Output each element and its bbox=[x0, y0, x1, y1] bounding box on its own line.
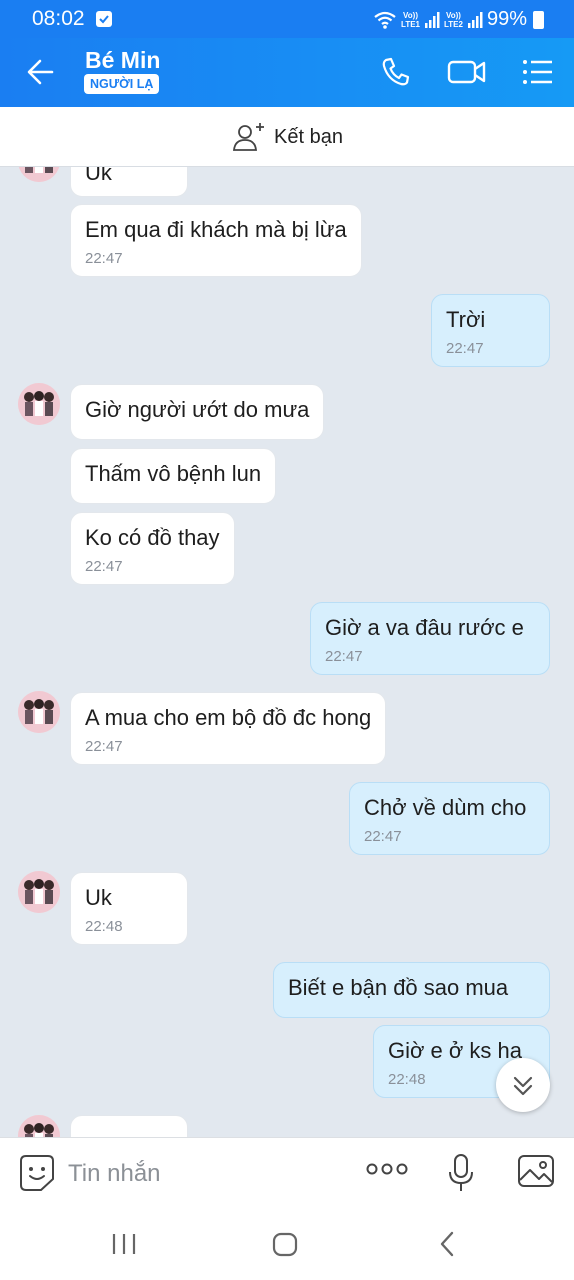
system-nav-bar bbox=[0, 1209, 574, 1280]
signal-icon bbox=[467, 11, 483, 28]
message-time: 22:48 bbox=[85, 918, 123, 935]
message-time: 22:47 bbox=[325, 648, 363, 665]
video-camera-icon bbox=[447, 60, 486, 84]
message-bubble[interactable]: Giờ người ướt do mưa bbox=[70, 384, 325, 440]
message-text: Biết e bận đồ sao mua bbox=[288, 975, 509, 1000]
check-notification-icon bbox=[96, 11, 112, 27]
message-bubble[interactable]: Uk bbox=[70, 167, 188, 197]
chevron-left-icon bbox=[440, 1231, 454, 1257]
message-text: Trời bbox=[446, 307, 486, 332]
list-menu-icon bbox=[523, 60, 552, 84]
message-text: Em qua đi khách mà bị lừa bbox=[85, 217, 347, 242]
message-text: Giờ người ướt do mưa bbox=[85, 397, 310, 422]
message-text: Ko có đồ thay bbox=[85, 525, 220, 550]
add-user-icon bbox=[233, 123, 264, 151]
message-time: 22:47 bbox=[446, 340, 484, 357]
home-icon bbox=[272, 1232, 298, 1257]
message-bubble[interactable]: Thấm vô bệnh lun bbox=[70, 448, 277, 504]
message-bubble[interactable] bbox=[70, 1115, 188, 1137]
avatar[interactable] bbox=[18, 871, 60, 913]
lte2-label: Vo)) LTE2 bbox=[444, 10, 463, 29]
contact-name[interactable]: Bé Min bbox=[85, 47, 160, 74]
more-options-button[interactable] bbox=[366, 1162, 408, 1181]
message-bubble[interactable]: Biết e bận đồ sao mua bbox=[273, 962, 550, 1018]
avatar-image bbox=[18, 871, 60, 913]
scroll-to-bottom-button[interactable] bbox=[496, 1058, 550, 1112]
menu-button[interactable] bbox=[518, 54, 558, 90]
message-bubble[interactable]: Uk 22:48 bbox=[70, 872, 188, 945]
back-nav-button[interactable] bbox=[434, 1229, 460, 1264]
image-icon bbox=[518, 1155, 554, 1187]
message-bubble[interactable]: Ko có đồ thay 22:47 bbox=[70, 512, 235, 585]
message-text: Uk bbox=[85, 885, 112, 910]
avatar-image bbox=[18, 167, 60, 182]
microphone-icon bbox=[449, 1154, 473, 1191]
message-time: 22:47 bbox=[85, 250, 123, 267]
message-text: Thấm vô bệnh lun bbox=[85, 461, 262, 486]
voice-record-button[interactable] bbox=[446, 1152, 476, 1199]
message-text: Giờ a va đâu rước e bbox=[325, 615, 524, 640]
phone-icon bbox=[382, 57, 410, 86]
message-time: 22:47 bbox=[85, 558, 123, 575]
composer-bar bbox=[0, 1137, 574, 1209]
status-time: 08:02 bbox=[32, 7, 85, 30]
message-bubble[interactable]: Em qua đi khách mà bị lừa 22:47 bbox=[70, 204, 362, 277]
double-chevron-down-icon bbox=[513, 1076, 533, 1096]
message-time: 22:47 bbox=[364, 828, 402, 845]
back-button[interactable] bbox=[22, 54, 62, 90]
message-bubble[interactable]: Giờ a va đâu rước e 22:47 bbox=[310, 602, 550, 675]
avatar-image bbox=[18, 383, 60, 425]
message-bubble[interactable]: A mua cho em bộ đồ đc hong 22:47 bbox=[70, 692, 387, 765]
avatar-image bbox=[18, 1115, 60, 1137]
avatar-image bbox=[18, 691, 60, 733]
message-input[interactable] bbox=[68, 1154, 348, 1194]
arrow-left-icon bbox=[27, 59, 54, 85]
video-call-button[interactable] bbox=[446, 54, 486, 90]
signal-icon bbox=[425, 11, 440, 28]
chat-header: Bé Min NGƯỜI LẠ bbox=[0, 38, 574, 107]
status-bar: 08:02 Vo)) LTE1 Vo)) LTE2 99% bbox=[0, 0, 574, 38]
battery-icon bbox=[533, 10, 544, 29]
add-friend-bar: Kết bạn bbox=[0, 107, 574, 167]
wifi-icon bbox=[374, 11, 396, 29]
emoji-button[interactable] bbox=[18, 1153, 56, 1198]
lte1-label: Vo)) LTE1 bbox=[401, 10, 420, 29]
message-bubble[interactable]: Trời 22:47 bbox=[431, 294, 550, 367]
home-button[interactable] bbox=[270, 1229, 300, 1264]
more-dots-icon bbox=[366, 1163, 408, 1175]
avatar[interactable] bbox=[18, 691, 60, 733]
message-text: Chở về dùm cho bbox=[364, 795, 527, 820]
message-list[interactable]: Uk Em qua đi khách mà bị lừa 22:47 Trời … bbox=[0, 167, 574, 1137]
send-image-button[interactable] bbox=[517, 1153, 555, 1194]
status-right: Vo)) LTE1 Vo)) LTE2 99% bbox=[373, 8, 544, 31]
message-time: 22:47 bbox=[85, 738, 123, 755]
voice-call-button[interactable] bbox=[376, 54, 416, 90]
stranger-badge: NGƯỜI LẠ bbox=[84, 74, 160, 94]
sticker-icon bbox=[20, 1155, 54, 1191]
message-bubble[interactable]: Chở về dùm cho 22:47 bbox=[349, 782, 550, 855]
recent-apps-button[interactable] bbox=[110, 1229, 138, 1264]
add-friend-label: Kết bạn bbox=[274, 125, 343, 148]
battery-percent: 99% bbox=[486, 8, 527, 30]
add-friend-button[interactable]: Kết bạn bbox=[232, 121, 343, 153]
avatar[interactable] bbox=[18, 1115, 60, 1137]
avatar[interactable] bbox=[18, 383, 60, 425]
message-text: Uk bbox=[85, 167, 112, 185]
recent-apps-icon bbox=[112, 1234, 136, 1254]
avatar[interactable] bbox=[18, 167, 60, 182]
message-text: A mua cho em bộ đồ đc hong bbox=[85, 705, 372, 730]
